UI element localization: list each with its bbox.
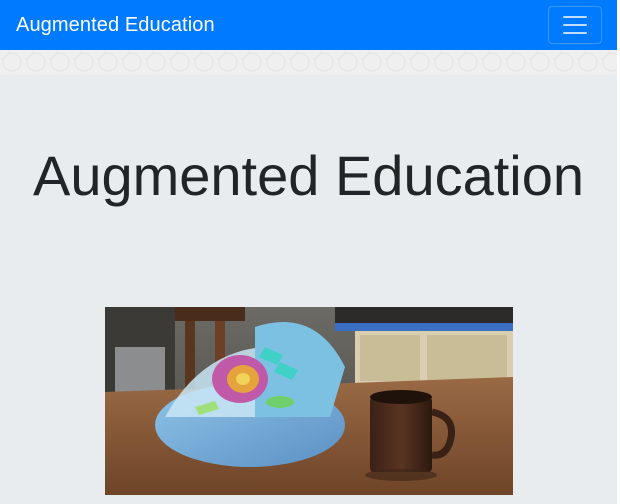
navbar-brand[interactable]: Augmented Education (16, 14, 215, 37)
top-navbar: Augmented Education (0, 0, 617, 50)
hero-section: Augmented Education (0, 75, 617, 504)
hamburger-menu-icon (563, 16, 587, 18)
navbar-toggle-button[interactable] (548, 6, 602, 44)
page-title: Augmented Education (32, 144, 585, 207)
hero-image (105, 307, 513, 495)
hex-pattern-banner (0, 50, 617, 75)
